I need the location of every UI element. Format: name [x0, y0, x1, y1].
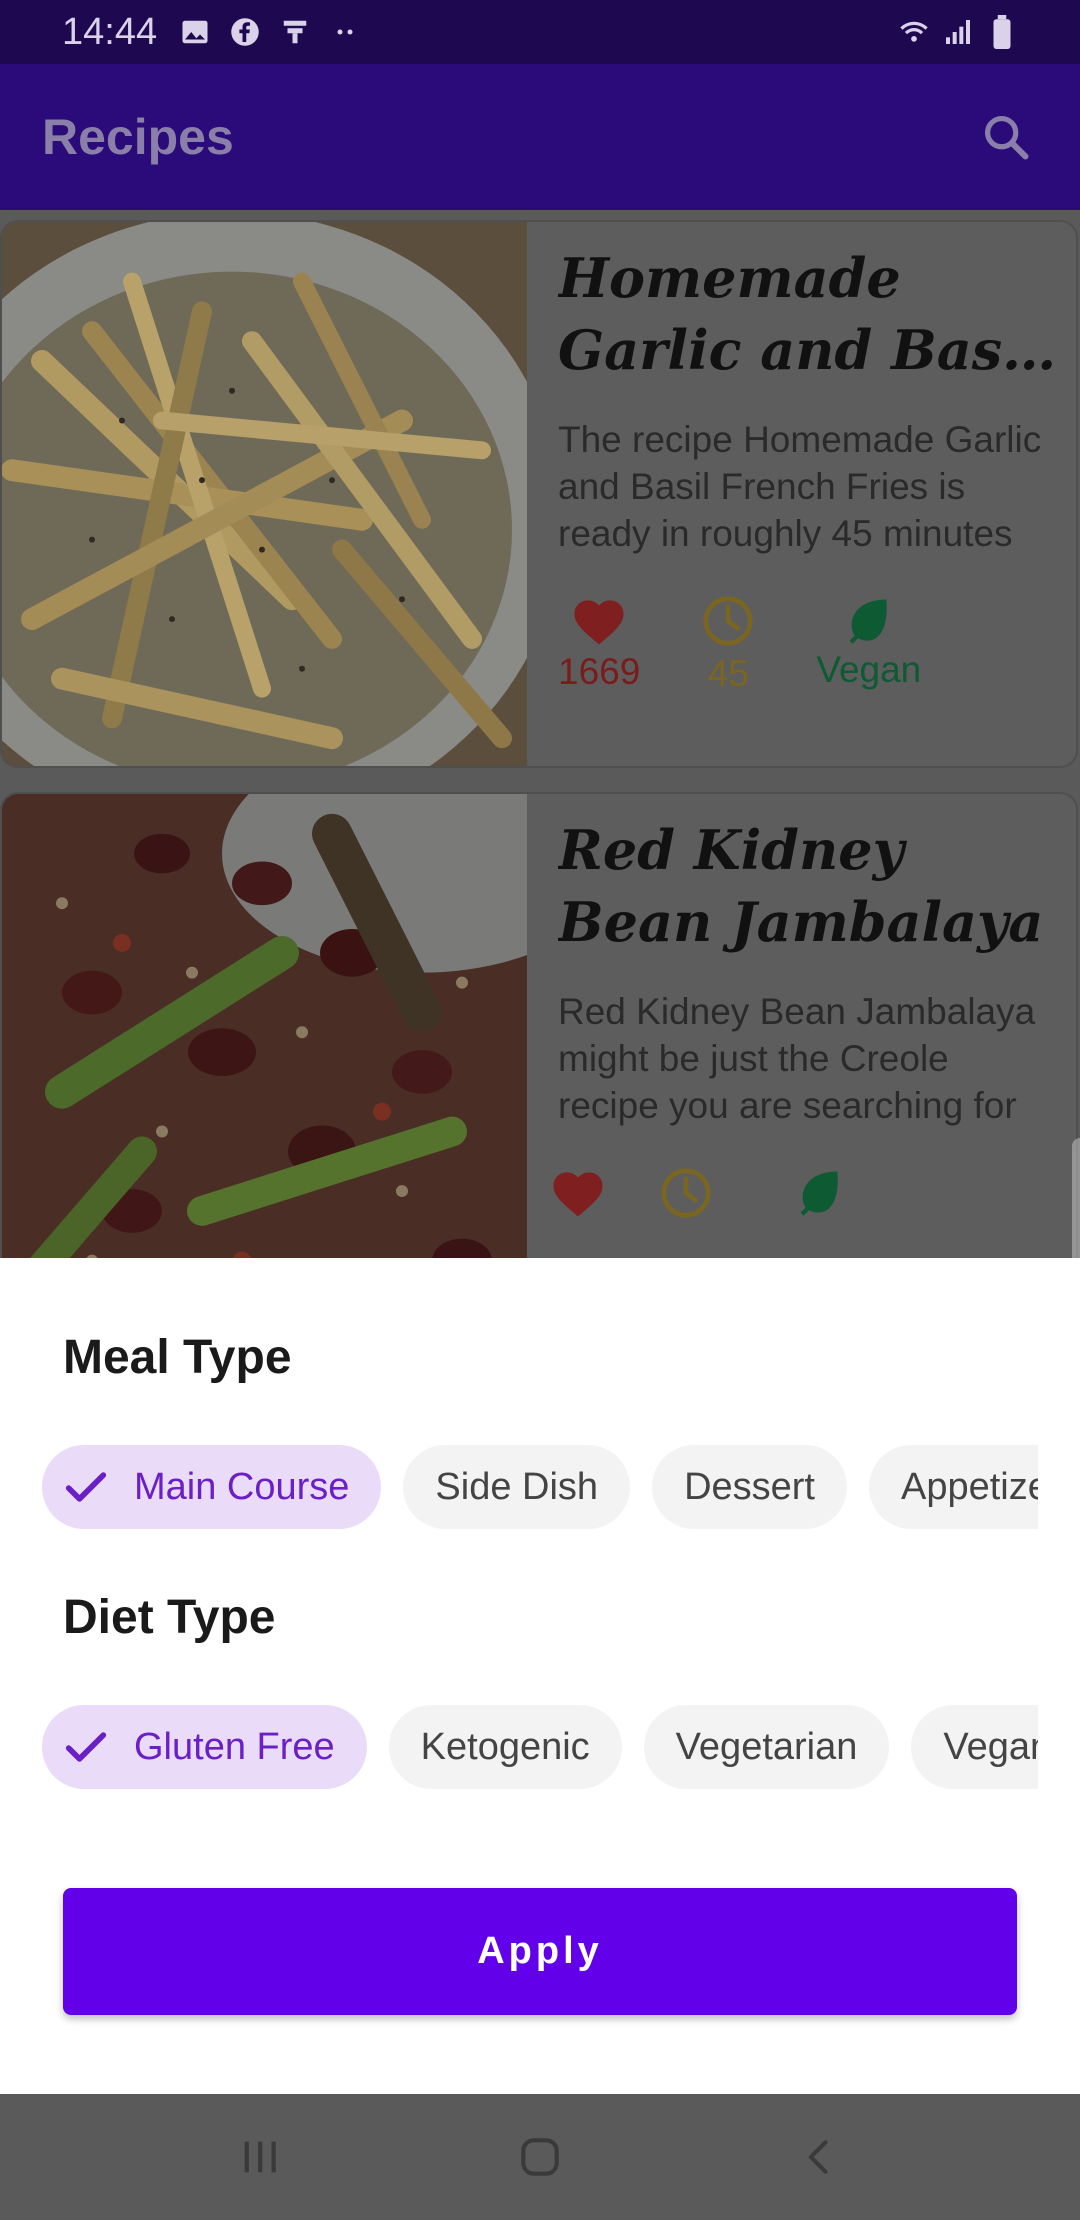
recipes-list[interactable]: Homemade Garlic and Basil French Fries T… — [0, 210, 1080, 1258]
apply-button[interactable]: Apply — [63, 1888, 1017, 2015]
image-icon — [179, 16, 211, 48]
system-nav-bar — [0, 2094, 1080, 2220]
chip-label: Main Course — [134, 1465, 350, 1508]
heart-icon — [553, 1172, 603, 1217]
back-button[interactable] — [775, 2112, 865, 2202]
check-icon — [65, 1472, 107, 1502]
chip-label: Side Dish — [435, 1465, 599, 1508]
heart-icon — [574, 600, 624, 645]
chip-label: Dessert — [684, 1465, 815, 1508]
leaf-icon — [800, 1171, 838, 1216]
chip-ketogenic[interactable]: Ketogenic — [388, 1705, 622, 1789]
search-icon — [984, 115, 1029, 160]
app-bar: Recipes — [0, 64, 1080, 210]
back-icon — [808, 2140, 828, 2174]
status-time: 14:44 — [62, 10, 158, 53]
chip-label: Vegetarian — [675, 1725, 858, 1768]
cook-time: 45 — [707, 653, 749, 694]
chip-side-dish[interactable]: Side Dish — [403, 1445, 631, 1529]
diet-type-title: Diet Type — [63, 1591, 276, 1644]
diet-label: Vegan — [816, 649, 922, 690]
diet-stat — [794, 1165, 846, 1221]
leaf-icon — [849, 599, 887, 644]
diet-stat: Vegan — [816, 593, 921, 695]
edge-panel-handle[interactable] — [1072, 1138, 1080, 1258]
facebook-icon — [229, 16, 261, 48]
recipe-card[interactable]: Red Kidney Bean Jambalaya Red Kidney Bea… — [0, 792, 1078, 1258]
status-icons-left — [179, 16, 361, 48]
status-icons-right — [898, 15, 1018, 49]
likes-count: 1669 — [558, 651, 641, 692]
meal-type-title: Meal Type — [63, 1331, 292, 1384]
meal-type-chips[interactable]: Main Course Side Dish Dessert Appetizer — [42, 1445, 1038, 1529]
signal-icon — [942, 16, 974, 48]
home-icon — [521, 2138, 559, 2176]
chip-main-course[interactable]: Main Course — [42, 1445, 382, 1529]
home-button[interactable] — [495, 2112, 585, 2202]
recipe-description: The recipe Homemade Garlic and Basil Fre… — [558, 419, 1042, 554]
diet-type-chips[interactable]: Gluten Free Ketogenic Vegetarian Vegan — [42, 1705, 1038, 1789]
check-icon — [65, 1732, 107, 1762]
page-title: Recipes — [42, 109, 234, 165]
more-dots-icon — [329, 16, 361, 48]
clock-icon — [661, 1168, 711, 1218]
chip-vegetarian[interactable]: Vegetarian — [643, 1705, 890, 1789]
chip-gluten-free[interactable]: Gluten Free — [42, 1705, 367, 1789]
wifi-icon — [898, 16, 930, 48]
recent-apps-button[interactable] — [215, 2112, 305, 2202]
recipe-title: Homemade Garlic and Basil French Fries — [558, 246, 1044, 382]
chip-label: Appetizer — [900, 1465, 1038, 1508]
battery-icon — [986, 15, 1018, 49]
recipe-body: Homemade Garlic and Basil French Fries T… — [558, 242, 1058, 695]
recipe-description: Red Kidney Bean Jambalaya might be just … — [558, 991, 1036, 1126]
recipe-image — [2, 794, 527, 1258]
recipe-body: Red Kidney Bean Jambalaya Red Kidney Bea… — [553, 814, 1058, 1221]
chip-label: Gluten Free — [134, 1725, 335, 1768]
recipe-title: Red Kidney Bean Jambalaya — [558, 818, 1044, 954]
recipe-image — [2, 222, 527, 766]
chip-vegan[interactable]: Vegan — [911, 1705, 1038, 1789]
clock-icon — [703, 596, 753, 646]
likes-stat: 1669 — [558, 593, 640, 695]
recent-apps-icon — [244, 2141, 276, 2173]
chip-dessert[interactable]: Dessert — [652, 1445, 847, 1529]
chip-label: Ketogenic — [420, 1725, 590, 1768]
chip-appetizer[interactable]: Appetizer — [868, 1445, 1038, 1529]
chip-label: Vegan — [943, 1725, 1038, 1768]
notification-icon — [279, 16, 311, 48]
search-button[interactable] — [974, 105, 1038, 169]
recipe-stats: 1669 45 Vegan — [558, 593, 1058, 695]
filter-bottom-sheet: Meal Type Main Course Side Dish Dessert … — [0, 1258, 1080, 2094]
recipe-stats — [548, 1165, 1058, 1221]
likes-stat — [548, 1165, 608, 1221]
recipe-card[interactable]: Homemade Garlic and Basil French Fries T… — [0, 220, 1078, 768]
status-bar: 14:44 — [0, 0, 1080, 64]
time-stat — [658, 1165, 714, 1221]
time-stat: 45 — [700, 593, 756, 695]
